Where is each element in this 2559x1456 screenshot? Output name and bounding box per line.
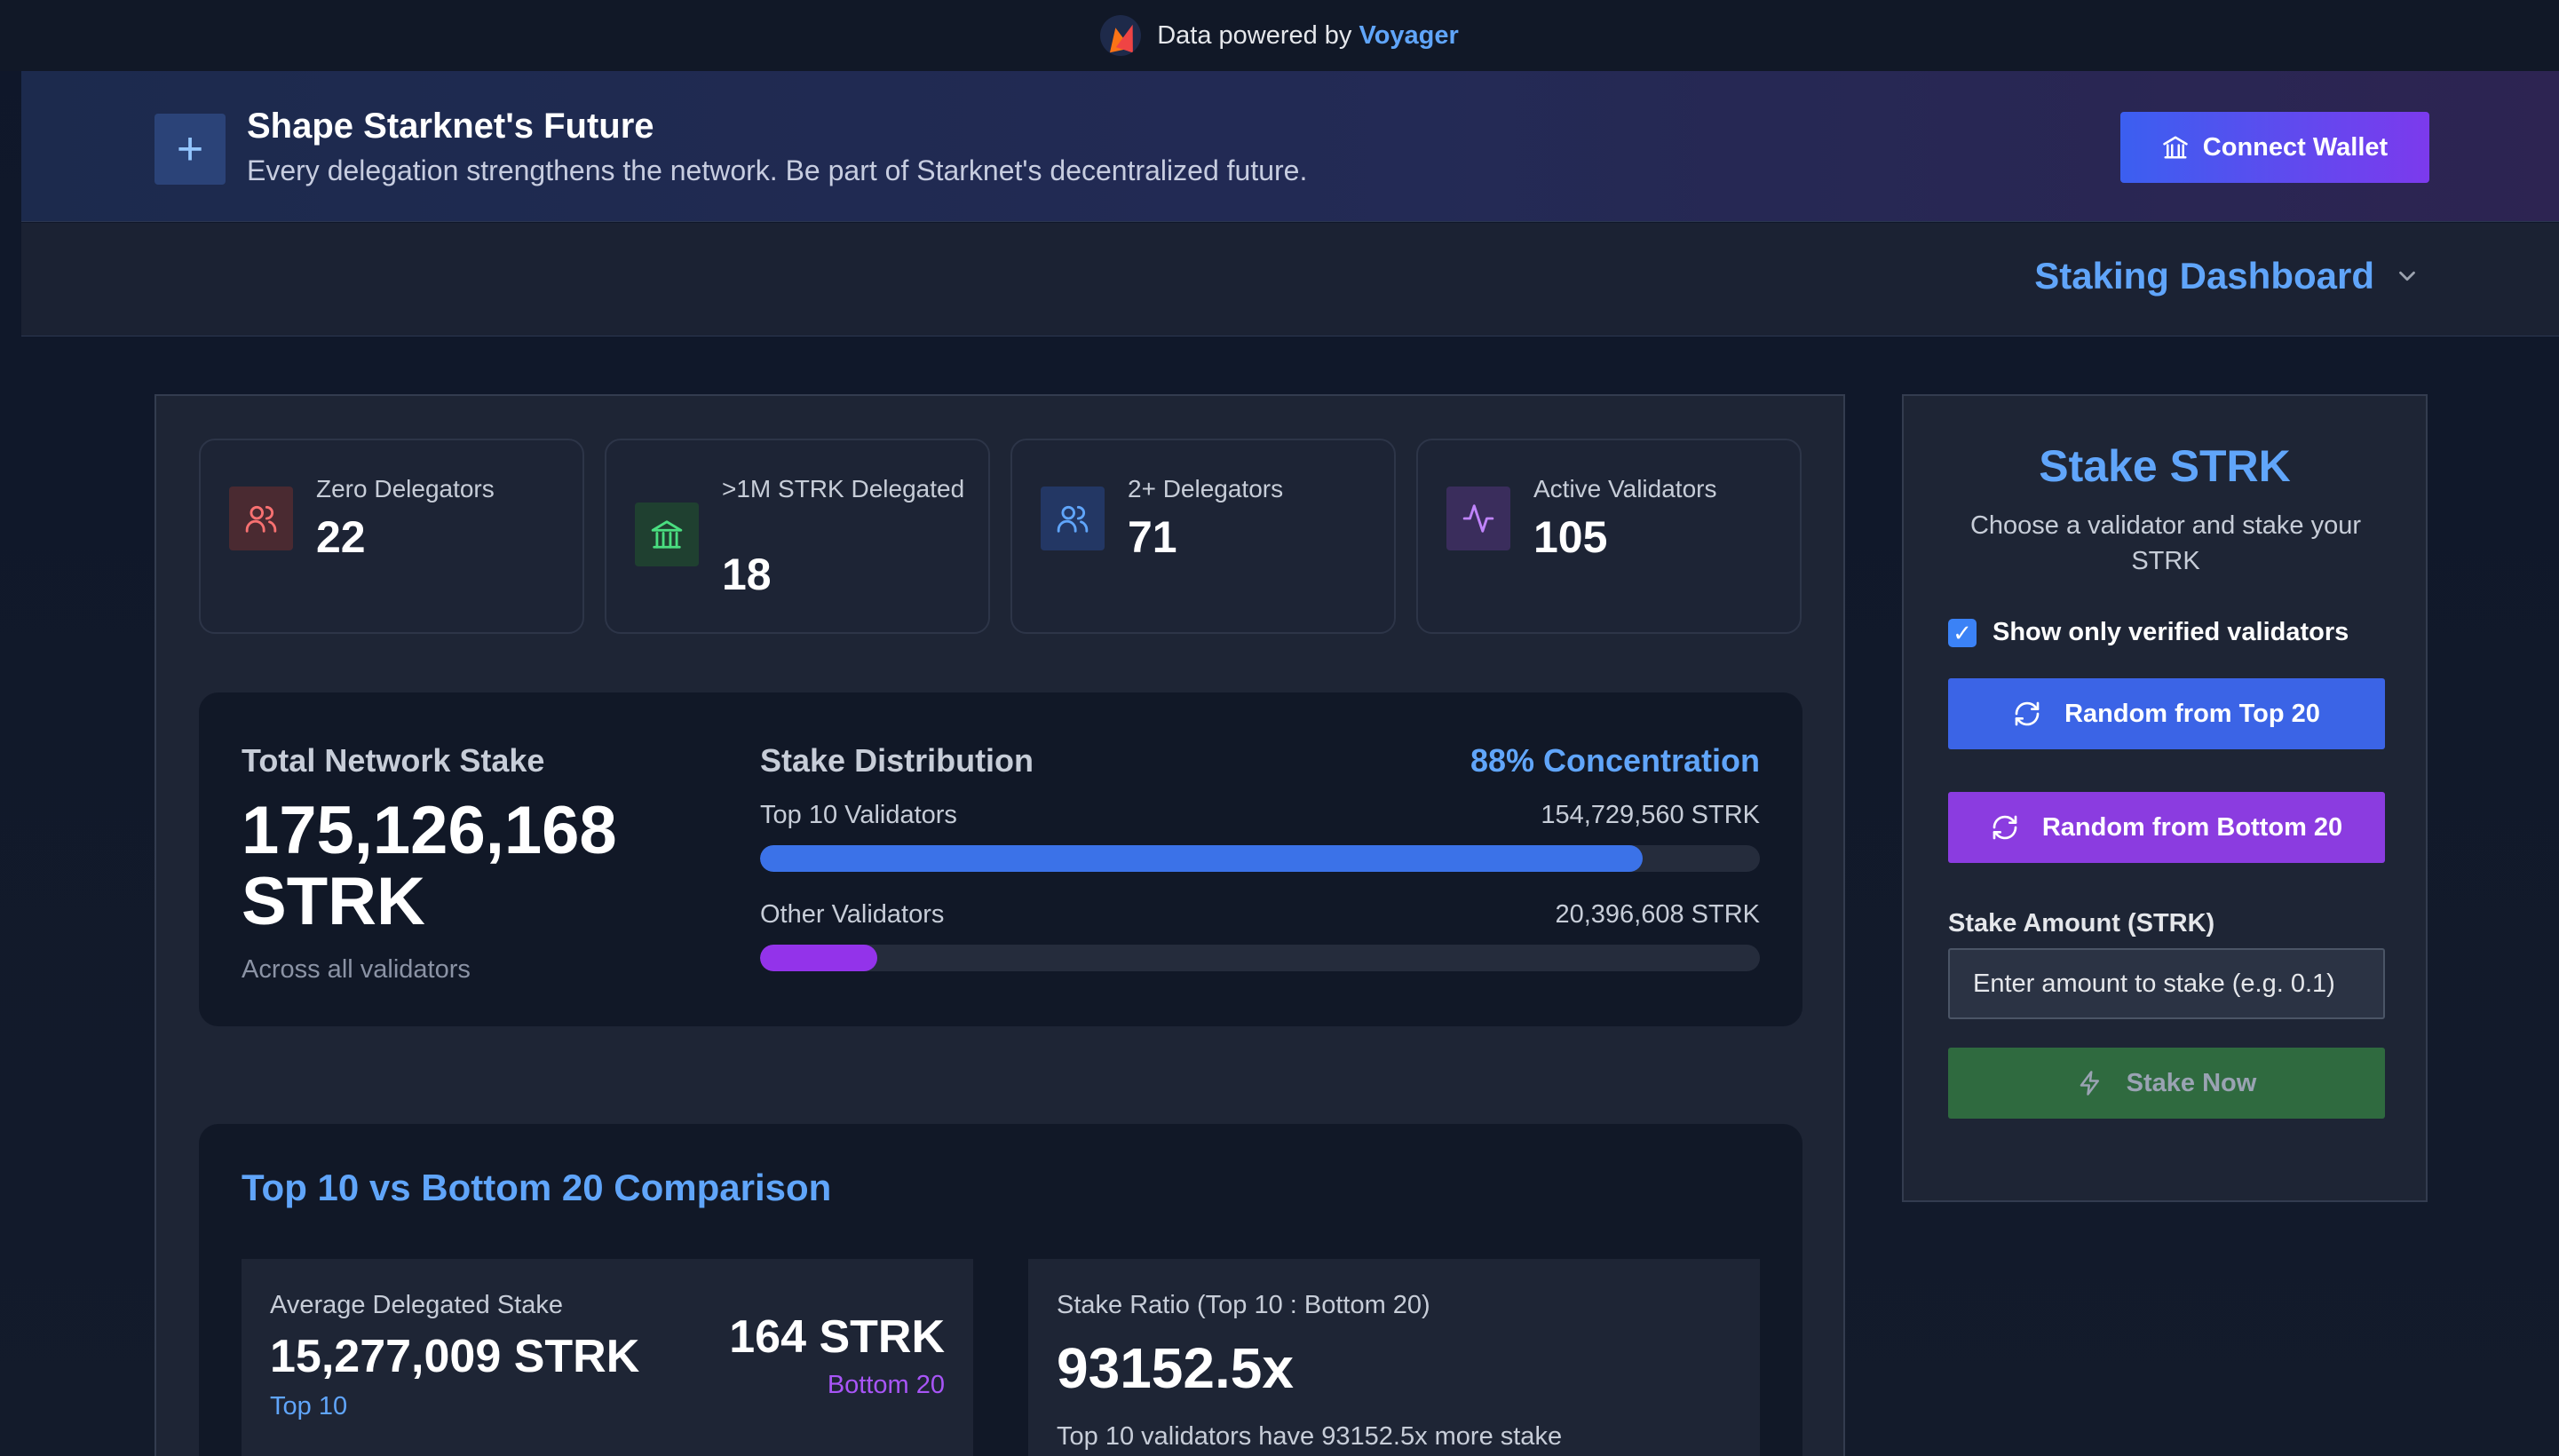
powered-by-bar: Data powered by Voyager bbox=[0, 0, 2559, 71]
chevron-down-icon bbox=[2399, 271, 2415, 281]
comparison-title: Top 10 vs Bottom 20 Comparison bbox=[242, 1167, 832, 1208]
banner-subtitle: Every delegation strengthens the network… bbox=[247, 154, 1308, 186]
wallet-icon bbox=[2163, 136, 2188, 159]
stake-amount-input[interactable]: Enter amount to stake (e.g. 0.1) bbox=[1948, 948, 2385, 1019]
stake-distribution-title: Stake Distribution bbox=[760, 742, 1034, 779]
stat-label: Active Validators bbox=[1533, 475, 1717, 502]
dashboard-nav: Staking Dashboard bbox=[21, 223, 2559, 336]
stake-panel-description: Choose a validator and stake your STRK bbox=[1969, 511, 2362, 575]
users-icon bbox=[229, 487, 293, 550]
bottom20-label: Bottom 20 bbox=[827, 1371, 945, 1399]
random-bottom20-label: Random from Bottom 20 bbox=[2041, 812, 2343, 842]
voyager-logo-icon bbox=[1100, 15, 1142, 56]
stat-card-2plus-delegators: 2+ Delegators 71 bbox=[1010, 439, 1396, 634]
stat-card-1m-delegated: >1M STRK Delegated 18 bbox=[605, 439, 990, 634]
concentration-value: 88% Concentration bbox=[1470, 742, 1760, 779]
distribution-track bbox=[760, 945, 1760, 971]
avg-delegated-stake-box: Average Delegated Stake 15,277,009 STRK … bbox=[242, 1259, 973, 1456]
staking-dashboard-dropdown[interactable]: Staking Dashboard bbox=[2034, 255, 2420, 297]
bottom20-avg-value: 164 STRK bbox=[729, 1311, 945, 1363]
lightning-icon bbox=[2080, 1071, 2099, 1096]
stake-ratio-value: 93152.5x bbox=[1057, 1336, 1294, 1400]
staking-dashboard-label: Staking Dashboard bbox=[2034, 255, 2374, 297]
distribution-fill-top10 bbox=[760, 845, 1644, 872]
network-stake-card: Total Network Stake 175,126,168 STRK Acr… bbox=[199, 692, 1802, 1026]
verified-validators-label: Show only verified validators bbox=[1993, 618, 2349, 646]
total-stake-subtitle: Across all validators bbox=[242, 955, 471, 984]
distribution-row-amount: 20,396,608 STRK bbox=[1555, 900, 1760, 929]
main-panel: Zero Delegators 22 >1M STRK Delegated 18… bbox=[154, 394, 1845, 1456]
stake-now-button[interactable]: Stake Now bbox=[1948, 1048, 2385, 1119]
refresh-icon bbox=[1993, 815, 2017, 840]
activity-icon bbox=[1446, 487, 1510, 550]
random-top20-label: Random from Top 20 bbox=[2064, 699, 2320, 728]
users-icon bbox=[1041, 487, 1105, 550]
bank-icon bbox=[635, 502, 699, 566]
stake-ratio-description: Top 10 validators have 93152.5x more sta… bbox=[1057, 1422, 1563, 1451]
stake-now-label: Stake Now bbox=[2126, 1068, 2257, 1097]
stat-label: Zero Delegators bbox=[316, 475, 495, 502]
powered-prefix: Data powered by bbox=[1157, 20, 1352, 50]
stake-ratio-label: Stake Ratio (Top 10 : Bottom 20) bbox=[1057, 1291, 1430, 1319]
connect-wallet-button[interactable]: Connect Wallet bbox=[2120, 112, 2429, 183]
top10-avg-value: 15,277,009 STRK bbox=[270, 1331, 640, 1382]
stake-ratio-box: Stake Ratio (Top 10 : Bottom 20) 93152.5… bbox=[1028, 1259, 1760, 1456]
distribution-row-label: Other Validators bbox=[760, 900, 945, 929]
distribution-track bbox=[760, 845, 1760, 872]
stat-value: 71 bbox=[1128, 512, 1177, 562]
stat-value: 105 bbox=[1533, 512, 1608, 562]
stake-panel: Stake STRK Choose a validator and stake … bbox=[1902, 394, 2428, 1202]
banner-title: Shape Starknet's Future bbox=[247, 107, 654, 146]
voyager-link[interactable]: Voyager bbox=[1359, 21, 1459, 50]
stat-value: 22 bbox=[316, 512, 366, 562]
avg-stake-label: Average Delegated Stake bbox=[270, 1291, 563, 1319]
random-top20-button[interactable]: Random from Top 20 bbox=[1948, 678, 2385, 749]
stat-label: 2+ Delegators bbox=[1128, 475, 1284, 502]
top10-label: Top 10 bbox=[270, 1392, 348, 1420]
distribution-fill-other bbox=[760, 945, 877, 971]
stat-label: >1M STRK Delegated bbox=[722, 475, 965, 502]
refresh-icon bbox=[2015, 701, 2040, 726]
total-stake-value: 175,126,168 STRK bbox=[242, 793, 617, 939]
stat-card-active-validators: Active Validators 105 bbox=[1416, 439, 1802, 634]
stake-panel-title: Stake STRK bbox=[2039, 441, 2291, 491]
random-bottom20-button[interactable]: Random from Bottom 20 bbox=[1948, 792, 2385, 863]
app-root: Data powered by Voyager + Shape Starknet… bbox=[0, 0, 2559, 1456]
hero-banner: + Shape Starknet's Future Every delegati… bbox=[21, 71, 2559, 222]
connect-wallet-label: Connect Wallet bbox=[2202, 132, 2389, 162]
checkbox-checked-icon[interactable]: ✓ bbox=[1948, 618, 1977, 647]
distribution-row-label: Top 10 Validators bbox=[760, 801, 957, 829]
stat-card-zero-delegators: Zero Delegators 22 bbox=[199, 439, 584, 634]
stat-value: 18 bbox=[722, 550, 772, 599]
plus-icon: + bbox=[154, 114, 226, 185]
distribution-row-amount: 154,729,560 STRK bbox=[1541, 801, 1760, 829]
verified-validators-toggle[interactable]: ✓ Show only verified validators bbox=[1948, 618, 2349, 647]
comparison-card: Top 10 vs Bottom 20 Comparison Average D… bbox=[199, 1124, 1802, 1456]
powered-by-text: Data powered by Voyager bbox=[1157, 21, 1459, 51]
total-stake-title: Total Network Stake bbox=[242, 742, 545, 779]
stake-amount-label: Stake Amount (STRK) bbox=[1948, 909, 2215, 938]
